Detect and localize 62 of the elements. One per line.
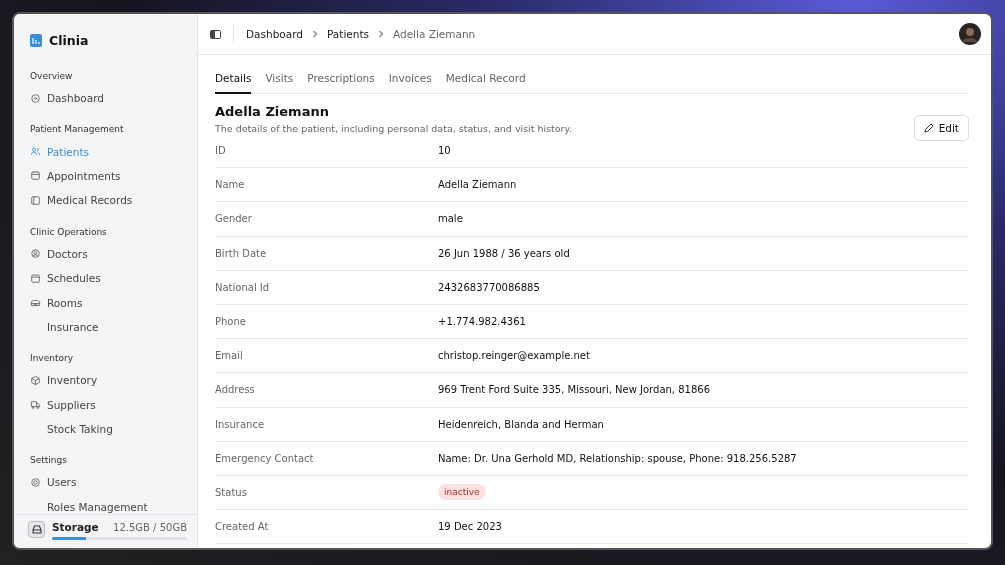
field-value: 10 <box>438 145 451 157</box>
section-heading: Clinic Operations <box>30 225 108 239</box>
field-value: 2432683770086885 <box>438 281 540 293</box>
sidebar-item[interactable]: Doctors <box>30 241 187 266</box>
field-label: Name <box>215 179 246 191</box>
logo-icon <box>30 33 42 47</box>
field-value: Name: Dr. Una Gerhold MD, Relationship: spouse, Phone: 918.256.5287 <box>438 452 797 464</box>
tab[interactable]: Medical Record <box>445 67 526 94</box>
section-heading: Inventory <box>30 352 74 366</box>
field-value: christop.reinger@example.net <box>438 350 590 362</box>
field-label: Address <box>215 384 256 396</box>
field-value: Adella Ziemann <box>438 179 517 191</box>
field-label: Emergency Contact <box>215 452 315 464</box>
sidebar-item[interactable]: Inventory <box>30 368 187 393</box>
section-heading: Settings <box>30 454 68 468</box>
field-label: National Id <box>215 281 271 293</box>
field-value: Heidenreich, Blanda and Herman <box>438 418 604 430</box>
sidebar-item[interactable]: Medical Records <box>30 188 187 213</box>
sidebar-item[interactable]: Appointments <box>30 163 187 189</box>
sidebar-toggle-icon[interactable] <box>210 29 221 39</box>
avatar[interactable] <box>959 23 981 45</box>
drive-icon <box>28 521 45 538</box>
sidebar-item[interactable]: Suppliers <box>30 392 187 417</box>
storage-label: Storage <box>52 521 99 533</box>
field-label: Created At <box>215 521 270 533</box>
breadcrumb-item[interactable]: Dashboard <box>246 28 303 40</box>
breadcrumb-item[interactable]: Patients <box>326 28 369 40</box>
pencil-icon <box>923 123 934 133</box>
field-value: 19 Dec 2023 <box>438 521 502 533</box>
breadcrumb-item: Adella Ziemann <box>393 28 476 40</box>
chevron-icon <box>310 30 319 38</box>
field-label: Status <box>215 486 248 498</box>
field-label: Email <box>215 350 244 362</box>
section-heading: Patient Management <box>30 123 125 137</box>
field-value: 26 Jun 1988 / 36 years old <box>438 247 570 259</box>
field-label: Birth Date <box>215 247 268 259</box>
tab[interactable]: Invoices <box>388 67 432 94</box>
tab[interactable]: Prescriptions <box>307 67 375 94</box>
sidebar-item[interactable]: Roles Management <box>30 494 187 514</box>
patient-name-title: Adella Ziemann <box>215 104 330 119</box>
sidebar-item[interactable]: Insurance <box>30 314 187 340</box>
field-value: male <box>438 213 463 225</box>
sidebar-item[interactable]: Users <box>30 470 187 495</box>
sidebar-item[interactable]: Schedules <box>30 265 187 291</box>
field-label: Gender <box>215 213 253 225</box>
status-badge: inactive <box>438 484 486 501</box>
tab[interactable]: Visits <box>265 67 294 94</box>
sidebar-item[interactable]: Rooms <box>30 290 187 315</box>
field-label: Insurance <box>215 418 266 430</box>
field-label: ID <box>215 145 227 157</box>
edit-button[interactable]: Edit <box>913 115 969 141</box>
field-value: 969 Trent Ford Suite 335, Missouri, New Jordan, 81866 <box>438 384 711 396</box>
field-value: +1.774.982.4361 <box>438 316 526 328</box>
subtitle: The details of the patient, including personal data, status, and visit history. <box>215 123 572 134</box>
sidebar-item[interactable]: Dashboard <box>30 86 187 111</box>
tab[interactable]: Details <box>215 67 252 94</box>
field-label: Phone <box>215 316 247 328</box>
app-name: Clinia <box>49 32 89 48</box>
sidebar-item[interactable]: Stock Taking <box>30 416 187 442</box>
chevron-icon <box>377 30 385 38</box>
section-heading: Overview <box>30 70 74 83</box>
storage-usage: 12.5GB / 50GB <box>113 521 187 533</box>
